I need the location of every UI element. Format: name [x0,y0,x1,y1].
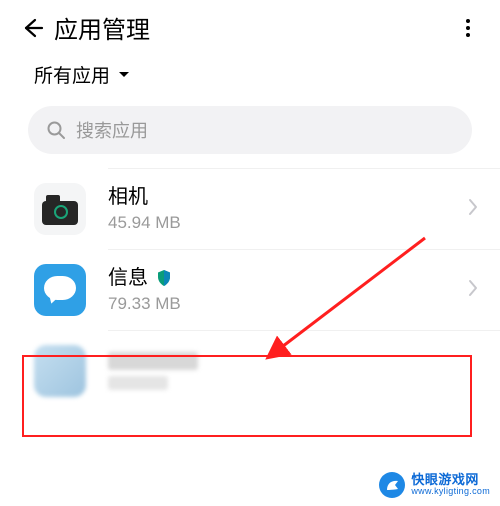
chevron-right-icon [468,198,478,221]
watermark-url: www.kyligting.com [411,487,490,496]
arrow-left-icon [20,16,44,40]
more-vertical-icon [456,16,480,40]
app-text [108,352,478,390]
app-row-messages[interactable]: 信息 79.33 MB [0,250,500,330]
app-row-blurred[interactable] [0,331,500,403]
app-text: 信息 79.33 MB [108,266,468,314]
app-size: 45.94 MB [108,213,468,233]
back-button[interactable] [16,12,48,44]
app-size: 79.33 MB [108,294,468,314]
search-placeholder: 搜索应用 [76,117,148,143]
search-container: 搜索应用 [0,98,500,168]
shield-icon [156,269,172,287]
header-bar: 应用管理 [0,0,500,51]
filter-dropdown[interactable]: 所有应用 [0,51,500,98]
app-text: 相机 45.94 MB [108,185,468,233]
filter-label: 所有应用 [34,61,110,88]
watermark: 快眼游戏网 www.kyligting.com [375,470,494,500]
app-icon-messages [34,264,86,316]
blurred-name [108,352,198,370]
camera-icon [34,183,86,235]
messages-icon [34,264,86,316]
blurred-size [108,376,168,390]
page-title: 应用管理 [54,10,150,45]
app-name: 相机 [108,185,468,209]
app-row-camera[interactable]: 相机 45.94 MB [0,169,500,249]
app-icon-camera [34,183,86,235]
search-input[interactable]: 搜索应用 [28,106,472,154]
chevron-right-icon [468,279,478,302]
app-list: 相机 45.94 MB 信息 79.3 [0,169,500,403]
more-button[interactable] [452,12,484,44]
caret-down-icon [118,66,130,84]
search-icon [46,120,66,140]
app-icon-blurred [34,345,86,397]
app-name-label: 信息 [108,266,148,290]
watermark-logo-icon [379,472,405,498]
watermark-title: 快眼游戏网 [411,473,490,487]
app-name: 信息 [108,266,468,290]
